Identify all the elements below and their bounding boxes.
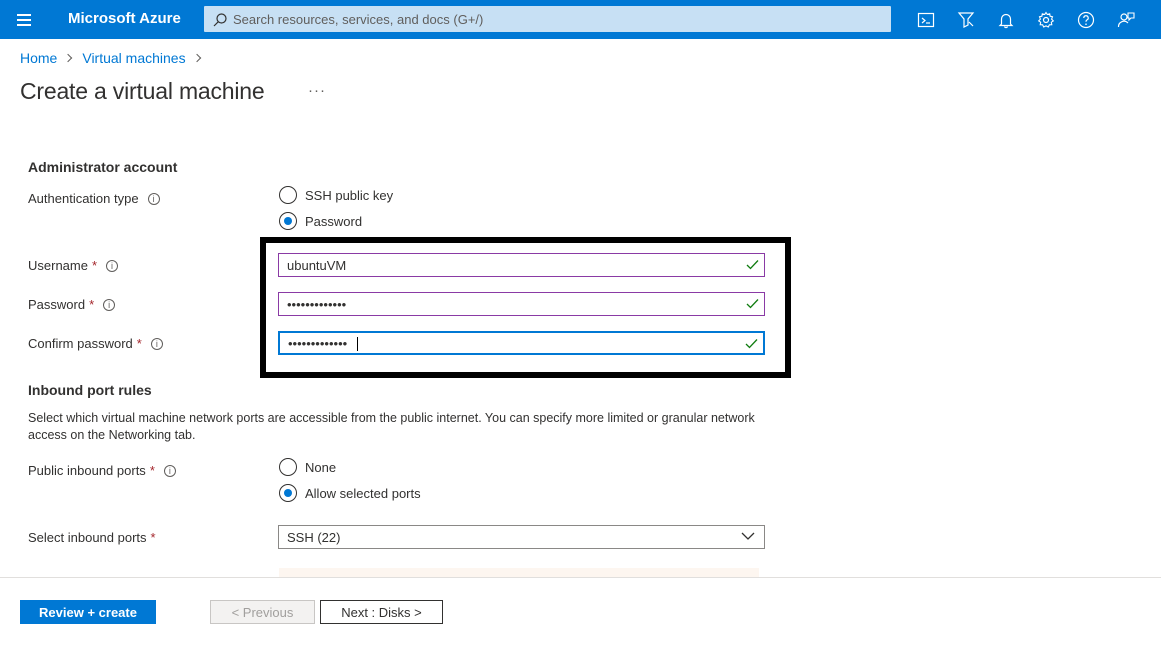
notifications-bell-icon[interactable] <box>994 8 1018 32</box>
chevron-right-icon <box>64 53 73 63</box>
breadcrumb-home-link[interactable]: Home <box>20 50 57 66</box>
confirm-password-label: Confirm password * i <box>28 336 163 351</box>
help-question-icon[interactable] <box>1074 8 1098 32</box>
breadcrumb-virtual-machines-link[interactable]: Virtual machines <box>82 50 185 66</box>
inbound-port-rules-heading: Inbound port rules <box>28 382 152 398</box>
info-icon[interactable]: i <box>150 337 163 350</box>
radio-password[interactable]: Password <box>279 212 362 230</box>
inbound-ports-dropdown[interactable]: SSH (22) <box>278 525 765 549</box>
previous-button[interactable]: < Previous <box>210 600 315 624</box>
radio-none[interactable]: None <box>279 458 336 476</box>
text-cursor <box>357 337 358 351</box>
password-label: Password * i <box>28 297 116 312</box>
info-icon[interactable]: i <box>163 464 176 477</box>
valid-check-icon <box>746 299 759 309</box>
hamburger-menu-icon[interactable] <box>12 10 36 29</box>
username-field[interactable] <box>278 253 765 277</box>
info-icon[interactable]: i <box>147 192 160 205</box>
chevron-down-icon <box>741 532 755 540</box>
info-icon[interactable]: i <box>103 298 116 311</box>
radio-checked-icon <box>279 212 297 230</box>
username-input[interactable] <box>287 254 737 276</box>
radio-ssh-public-key[interactable]: SSH public key <box>279 186 393 204</box>
search-icon <box>213 13 227 27</box>
inbound-description: Select which virtual machine network por… <box>28 411 755 442</box>
top-bar: Microsoft Azure <box>0 0 1161 39</box>
page-title: Create a virtual machine <box>20 78 265 104</box>
review-create-button[interactable]: Review + create <box>20 600 156 624</box>
directory-filter-icon[interactable] <box>954 8 978 32</box>
cloud-shell-icon[interactable] <box>914 8 938 32</box>
footer-bar: Review + create < Previous Next : Disks … <box>0 577 1161 645</box>
next-disks-button[interactable]: Next : Disks > <box>320 600 443 624</box>
username-label: Username * i <box>28 258 119 273</box>
chevron-right-icon <box>192 53 201 63</box>
select-inbound-ports-label: Select inbound ports * <box>28 530 156 545</box>
public-inbound-ports-label: Public inbound ports * i <box>28 463 176 478</box>
radio-allow-selected-ports[interactable]: Allow selected ports <box>279 484 421 502</box>
feedback-icon[interactable] <box>1114 8 1138 32</box>
search-input[interactable] <box>233 7 883 31</box>
radio-unchecked-icon <box>279 186 297 204</box>
radio-unchecked-icon <box>279 458 297 476</box>
info-icon[interactable]: i <box>106 259 119 272</box>
search-box[interactable] <box>204 6 891 32</box>
administrator-account-heading: Administrator account <box>28 159 178 175</box>
radio-checked-icon <box>279 484 297 502</box>
password-field[interactable] <box>278 292 765 316</box>
confirm-password-field[interactable] <box>278 331 765 355</box>
settings-gear-icon[interactable] <box>1034 8 1058 32</box>
dropdown-selected-value: SSH (22) <box>287 530 341 545</box>
authentication-type-label: Authentication type i <box>28 191 160 206</box>
confirm-password-input[interactable] <box>288 333 738 353</box>
more-options-icon[interactable]: ··· <box>308 82 326 99</box>
password-input[interactable] <box>287 293 737 315</box>
valid-check-icon <box>745 339 758 349</box>
valid-check-icon <box>746 260 759 270</box>
breadcrumb: Home Virtual machines <box>20 50 211 66</box>
brand-title[interactable]: Microsoft Azure <box>68 10 181 27</box>
